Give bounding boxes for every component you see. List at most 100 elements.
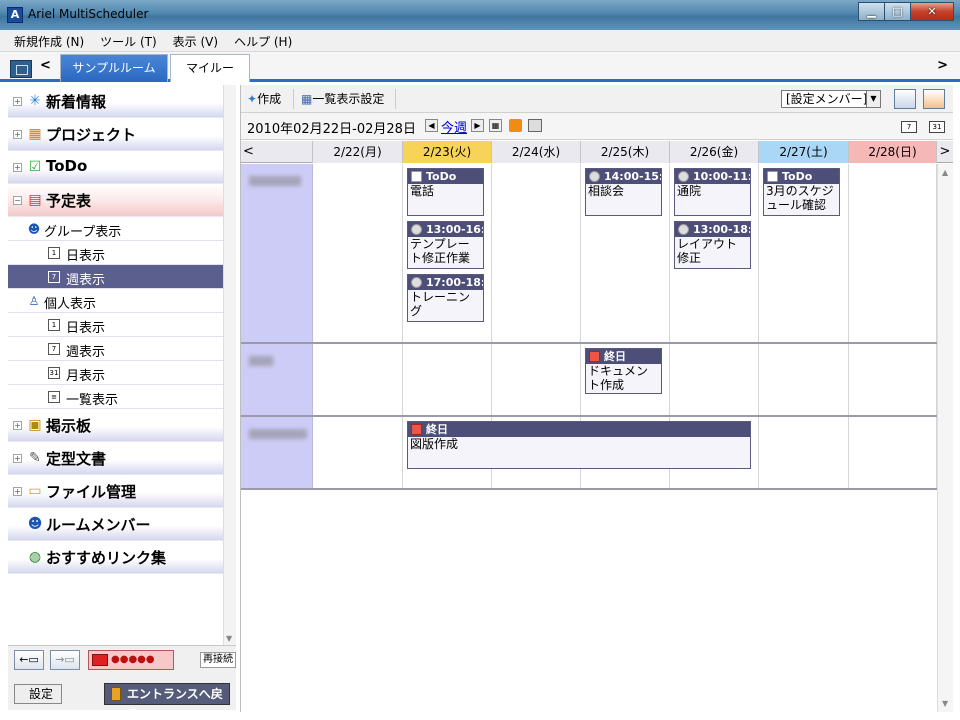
day-cell[interactable] <box>849 417 937 488</box>
settings-button[interactable]: 設定 <box>14 684 62 704</box>
close-button[interactable]: ✕ <box>910 2 954 21</box>
expand-icon[interactable]: + <box>13 97 22 106</box>
menu-view[interactable]: 表示 (V) <box>165 30 226 50</box>
sidebar-item-template-docs[interactable]: + ✎ 定型文書 <box>8 442 235 475</box>
new-window-icon[interactable] <box>894 89 916 109</box>
day-cell[interactable] <box>849 164 937 342</box>
room-list-icon[interactable] <box>10 60 32 78</box>
sidebar-item-personal-month[interactable]: 31 月表示 <box>8 361 235 385</box>
next-days-button[interactable]: > <box>937 141 953 163</box>
event-item[interactable]: 14:00-15:0 相談会 <box>585 168 662 216</box>
day-header[interactable]: 2/22(月) <box>313 141 403 163</box>
maximize-button[interactable]: □ <box>884 2 911 21</box>
event-all-day[interactable]: 終日 ドキュメント作成 <box>585 348 662 394</box>
day-cell[interactable] <box>492 344 581 415</box>
sidebar-item-schedule[interactable]: − ▤ 予定表 <box>8 184 235 217</box>
refresh-icon[interactable] <box>923 89 945 109</box>
sidebar-item-label: 日表示 <box>66 321 106 336</box>
room-next-button[interactable]: > <box>937 58 948 73</box>
login-arrow-button[interactable]: ←▭ <box>14 650 44 670</box>
day-header[interactable]: 2/25(木) <box>581 141 670 163</box>
day-cell[interactable] <box>849 344 937 415</box>
day-header-today[interactable]: 2/23(火) <box>403 141 492 163</box>
expand-icon[interactable]: + <box>13 130 22 139</box>
member-name-cell[interactable] <box>241 344 313 415</box>
day-cell[interactable] <box>759 344 849 415</box>
sidebar-item-news[interactable]: + ✳ 新着情報 <box>8 85 235 118</box>
next-week-button[interactable]: ▶ <box>471 119 484 132</box>
door-icon <box>111 687 121 701</box>
entrance-button[interactable]: エントランスへ戻る <box>104 683 230 720</box>
sidebar-item-group-week[interactable]: 7 週表示 <box>8 265 235 289</box>
day-header-sunday[interactable]: 2/28(日) <box>849 141 937 163</box>
week-view-icon[interactable]: 7 <box>901 121 917 133</box>
menu-tools[interactable]: ツール (T) <box>92 30 165 50</box>
sidebar-item-personal-view[interactable]: ♙ 個人表示 <box>8 289 235 313</box>
tab-sample-room[interactable]: サンプルルーム <box>60 54 168 82</box>
scroll-up-icon[interactable]: ▲ <box>942 168 948 177</box>
sidebar-item-project[interactable]: + ▦ プロジェクト <box>8 118 235 151</box>
minimize-button[interactable]: ▁ <box>858 2 885 21</box>
sidebar-item-group-day[interactable]: 1 日表示 <box>8 241 235 265</box>
day-header-saturday[interactable]: 2/27(土) <box>759 141 849 163</box>
sidebar-item-files[interactable]: + ▭ ファイル管理 <box>8 475 235 508</box>
day-cell[interactable] <box>492 164 581 342</box>
expand-icon[interactable]: + <box>13 487 22 496</box>
expand-icon[interactable]: + <box>13 421 22 430</box>
menu-help[interactable]: ヘルプ (H) <box>226 30 300 50</box>
sidebar-item-members[interactable]: ☻ ルームメンバー <box>8 508 235 541</box>
day-cell[interactable] <box>313 417 403 488</box>
calendar-picker-icon[interactable]: ▦ <box>489 119 502 132</box>
day-header[interactable]: 2/26(金) <box>670 141 759 163</box>
reconnect-button[interactable]: 再接続 <box>200 652 236 668</box>
this-week-link[interactable]: 今週 <box>441 117 467 136</box>
room-prev-button[interactable]: < <box>40 58 51 73</box>
rss-icon[interactable] <box>509 119 522 132</box>
day-cell[interactable] <box>313 164 403 342</box>
tab-my-room[interactable]: マイルーム <box>170 54 250 102</box>
collapse-icon[interactable]: − <box>13 196 22 205</box>
network-disconnected-icon <box>92 654 108 666</box>
scroll-down-icon[interactable]: ▼ <box>942 699 948 708</box>
event-header: ToDo <box>426 170 457 183</box>
member-select[interactable]: [設定メンバー] ▼ <box>781 90 881 108</box>
expand-icon[interactable]: + <box>13 163 22 172</box>
list-settings-button[interactable]: ▦一覧表示設定 <box>301 90 384 108</box>
sidebar-item-links[interactable]: ◍ おすすめリンク集 <box>8 541 235 574</box>
event-item[interactable]: 10:00-11:4 通院 <box>674 168 751 216</box>
expand-icon[interactable]: + <box>13 454 22 463</box>
event-todo[interactable]: ToDo 3月のスケジュール確認 <box>763 168 840 216</box>
member-name-cell[interactable] <box>241 417 313 488</box>
month-view-icon[interactable]: 31 <box>929 121 945 133</box>
scroll-down-icon[interactable]: ▼ <box>226 634 232 643</box>
day-cell[interactable] <box>759 417 849 488</box>
prev-week-button[interactable]: ◀ <box>425 119 438 132</box>
people-icon: ☻ <box>27 516 43 532</box>
sidebar-item-group-view[interactable]: ☻ グループ表示 <box>8 217 235 241</box>
event-item[interactable]: 17:00-18:0 トレーニング <box>407 274 484 322</box>
logout-arrow-button[interactable]: →▭ <box>50 650 80 670</box>
day-cell[interactable] <box>670 344 759 415</box>
sidebar-item-todo[interactable]: + ☑ ToDo <box>8 151 235 184</box>
event-all-day[interactable]: 終日 図版作成 <box>407 421 751 469</box>
schedule-scrollbar[interactable]: ▲ ▼ <box>937 164 953 712</box>
create-button[interactable]: ✦作成 <box>247 90 281 108</box>
event-item[interactable]: 13:00-18:0 レイアウト修正 <box>674 221 751 269</box>
event-item[interactable]: 13:00-16:0 テンプレート修正作業 <box>407 221 484 269</box>
chevron-down-icon[interactable]: ▼ <box>866 91 880 107</box>
sidebar-item-personal-list[interactable]: ≡ 一覧表示 <box>8 385 235 409</box>
day-cell[interactable] <box>403 344 492 415</box>
menu-new[interactable]: 新規作成 (N) <box>0 30 92 50</box>
day-cell[interactable] <box>313 344 403 415</box>
sidebar-scrollbar[interactable]: ▼ <box>223 85 236 645</box>
member-name-cell[interactable] <box>241 164 313 342</box>
prev-days-button[interactable]: < <box>241 141 313 163</box>
sidebar-item-personal-week[interactable]: 7 週表示 <box>8 337 235 361</box>
day-header[interactable]: 2/24(水) <box>492 141 581 163</box>
sidebar-item-personal-day[interactable]: 1 日表示 <box>8 313 235 337</box>
sidebar-item-board[interactable]: + ▣ 掲示板 <box>8 409 235 442</box>
clock-icon <box>678 224 689 235</box>
date-range: 2010年02月22日-02月28日 <box>247 122 416 137</box>
print-icon[interactable] <box>528 119 542 132</box>
event-todo[interactable]: ToDo 電話 <box>407 168 484 216</box>
